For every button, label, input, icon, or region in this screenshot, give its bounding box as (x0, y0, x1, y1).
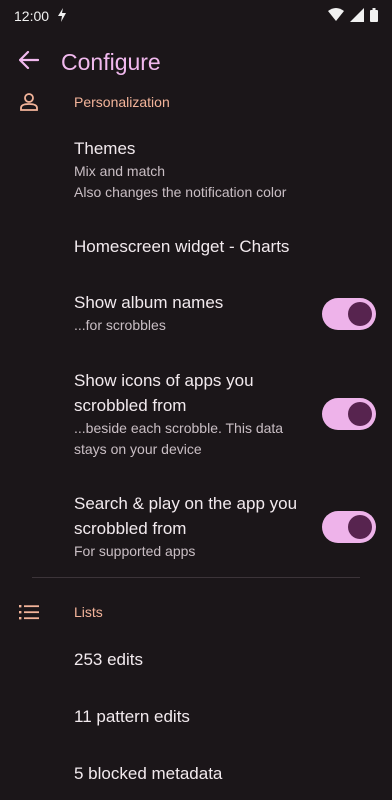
setting-title: Show icons of apps you (74, 371, 254, 390)
setting-homescreen-widget[interactable]: Homescreen widget - Charts (0, 234, 392, 259)
back-button[interactable] (12, 45, 46, 79)
setting-title: Show album names (74, 293, 224, 312)
status-bar: 12:00 (0, 0, 392, 32)
setting-subtitle: ...for scrobbles (74, 317, 166, 333)
person-icon (17, 90, 41, 114)
toggle-knob (348, 302, 372, 326)
bolt-icon (57, 7, 67, 25)
setting-subtitle: For supported apps (74, 543, 196, 559)
app-icons-toggle[interactable] (322, 398, 376, 430)
section-label-personalization: Personalization (74, 94, 170, 110)
section-header-personalization: Personalization (0, 88, 392, 116)
setting-title: Search & play on the app you (74, 494, 298, 513)
setting-subtitle: ...beside each scrobble. This data (74, 420, 284, 436)
setting-title: Homescreen widget - Charts (74, 237, 290, 256)
setting-subtitle: stays on your device (74, 441, 202, 457)
section-divider (32, 577, 360, 578)
setting-title: 5 blocked metadata (74, 764, 223, 783)
setting-pattern-edits[interactable]: 11 pattern edits (0, 704, 392, 729)
list-icon (17, 600, 41, 624)
setting-title: Themes (74, 139, 136, 158)
signal-icon (350, 7, 364, 25)
setting-title: 11 pattern edits (74, 707, 190, 726)
app-bar: Configure (0, 36, 392, 88)
toggle-knob (348, 515, 372, 539)
setting-title: scrobbled from (74, 519, 187, 538)
section-header-lists: Lists (0, 598, 392, 626)
setting-title: scrobbled from (74, 396, 187, 415)
search-play-toggle[interactable] (322, 511, 376, 543)
album-names-toggle[interactable] (322, 298, 376, 330)
battery-icon (370, 7, 378, 25)
setting-blocked-metadata[interactable]: 5 blocked metadata (0, 761, 392, 786)
setting-subtitle: Also changes the notification color (74, 184, 287, 200)
toggle-knob (348, 402, 372, 426)
arrow-left-icon (18, 50, 40, 74)
setting-subtitle: Mix and match (74, 163, 166, 179)
section-label-lists: Lists (74, 604, 103, 620)
page-title: Configure (61, 48, 161, 75)
wifi-icon (328, 8, 344, 24)
status-time: 12:00 (14, 8, 50, 24)
setting-title: 253 edits (74, 650, 143, 669)
setting-edits[interactable]: 253 edits (0, 647, 392, 672)
setting-themes[interactable]: Themes Mix and match Also changes the no… (0, 136, 392, 203)
